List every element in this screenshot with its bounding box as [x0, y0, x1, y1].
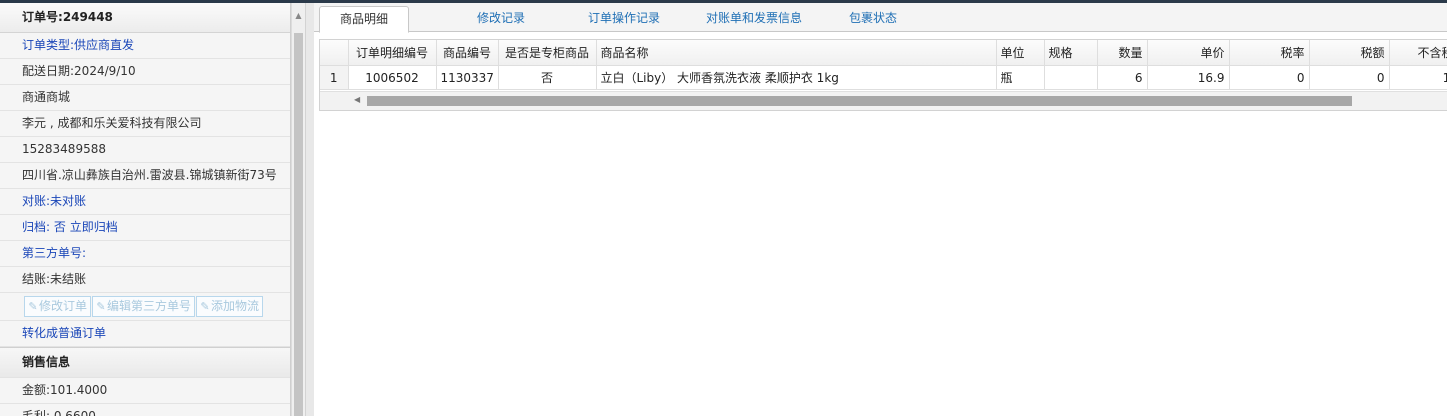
- column-header[interactable]: 订单明细编号: [348, 40, 437, 66]
- table-row[interactable]: 1 1006502 1130337 否 立白（Liby） 大师香氛洗衣液 柔顺护…: [320, 65, 1447, 90]
- is-counter-cell: 否: [498, 65, 597, 90]
- add-logistics-button[interactable]: ✎添加物流: [196, 296, 264, 317]
- untaxed-amount-cell: 101: [1389, 65, 1447, 90]
- tax-rate-cell: 0: [1229, 65, 1310, 90]
- scrollbar-thumb[interactable]: [294, 33, 303, 416]
- column-header[interactable]: 数量: [1097, 40, 1148, 66]
- column-header[interactable]: 税额: [1309, 40, 1390, 66]
- unit-price-cell: 16.9: [1147, 65, 1230, 90]
- tax-amount-cell: 0: [1309, 65, 1390, 90]
- tab-statement-invoice[interactable]: 对账单和发票信息: [689, 6, 819, 31]
- edit-third-party-button[interactable]: ✎编辑第三方单号: [92, 296, 196, 317]
- product-name-link[interactable]: 立白（Liby） 大师香氛洗衣液 柔顺护衣 1kg: [596, 65, 997, 90]
- mall-name: 商通商城: [0, 85, 290, 111]
- archive-now-link[interactable]: 立即归档: [70, 220, 118, 234]
- product-detail-table: 订单明细编号 商品编号 是否是专柜商品 商品名称 单位 规格 数量 单价 税率 …: [320, 40, 1447, 90]
- contact-company: 李元 , 成都和乐关爱科技有限公司: [0, 111, 290, 137]
- settle-status: 结账:未结账: [0, 267, 290, 293]
- shipping-address: 四川省.凉山彝族自治州.雷波县.锦城镇新街73号: [0, 163, 290, 189]
- phone-number: 15283489588: [0, 137, 290, 163]
- order-action-buttons: ✎修改订单 ✎编辑第三方单号 ✎添加物流: [0, 293, 290, 321]
- scrollbar-thumb[interactable]: [367, 96, 1352, 106]
- product-detail-grid: 订单明细编号 商品编号 是否是专柜商品 商品名称 单位 规格 数量 单价 税率 …: [319, 39, 1447, 111]
- quantity-cell: 6: [1097, 65, 1148, 90]
- column-header[interactable]: 商品名称: [596, 40, 997, 66]
- grid-header-row: 订单明细编号 商品编号 是否是专柜商品 商品名称 单位 规格 数量 单价 税率 …: [320, 40, 1447, 66]
- spec-cell: [1044, 65, 1098, 90]
- unit-cell: 瓶: [996, 65, 1045, 90]
- tab-product-details[interactable]: 商品明细: [319, 6, 409, 33]
- column-header[interactable]: 单价: [1147, 40, 1230, 66]
- sales-info-header: 销售信息: [0, 347, 290, 378]
- reconcile-status: 对账:未对账: [0, 189, 290, 215]
- column-header[interactable]: 不含税金: [1389, 40, 1447, 66]
- sales-profit: 毛利: 0.6600: [0, 404, 290, 416]
- column-header[interactable]: 商品编号: [436, 40, 499, 66]
- edit-icon: ✎: [96, 300, 106, 313]
- left-panel-scrollbar[interactable]: ▲: [291, 3, 305, 416]
- archive-status: 归档: 否 立即归档: [0, 215, 290, 241]
- column-header[interactable]: 单位: [996, 40, 1045, 66]
- convert-to-normal-order-link[interactable]: 转化成普通订单: [0, 321, 290, 347]
- detail-id-cell: 1006502: [348, 65, 437, 90]
- tab-package-status[interactable]: 包裹状态: [834, 6, 912, 31]
- column-header[interactable]: 税率: [1229, 40, 1310, 66]
- order-type: 订单类型:供应商直发: [0, 33, 290, 59]
- third-party-number: 第三方单号:: [0, 241, 290, 267]
- scroll-left-icon[interactable]: ◀: [354, 95, 360, 104]
- edit-icon: ✎: [28, 300, 38, 313]
- product-id-link[interactable]: 1130337: [436, 65, 499, 90]
- sales-amount: 金额:101.4000: [0, 378, 290, 404]
- detail-panel: 商品明细 修改记录 订单操作记录 对账单和发票信息 包裹状态 订单明细编号 商品…: [314, 3, 1447, 416]
- column-header[interactable]: 是否是专柜商品: [498, 40, 597, 66]
- delivery-date: 配送日期:2024/9/10: [0, 59, 290, 85]
- order-number-header: 订单号:249448: [0, 3, 290, 33]
- detail-tabs: 商品明细 修改记录 订单操作记录 对账单和发票信息 包裹状态: [314, 3, 1447, 33]
- row-number-header: [320, 40, 349, 66]
- grid-horizontal-scrollbar[interactable]: ◀: [320, 91, 1447, 110]
- order-info-panel: 订单号:249448 订单类型:供应商直发 配送日期:2024/9/10 商通商…: [0, 3, 291, 416]
- column-header[interactable]: 规格: [1044, 40, 1098, 66]
- tab-modification-log[interactable]: 修改记录: [444, 6, 558, 31]
- tab-order-operation-log[interactable]: 订单操作记录: [569, 6, 679, 31]
- scroll-up-icon[interactable]: ▲: [292, 11, 305, 20]
- edit-icon: ✎: [200, 300, 210, 313]
- panel-splitter[interactable]: [305, 3, 314, 416]
- row-number: 1: [320, 65, 349, 90]
- edit-order-button[interactable]: ✎修改订单: [24, 296, 92, 317]
